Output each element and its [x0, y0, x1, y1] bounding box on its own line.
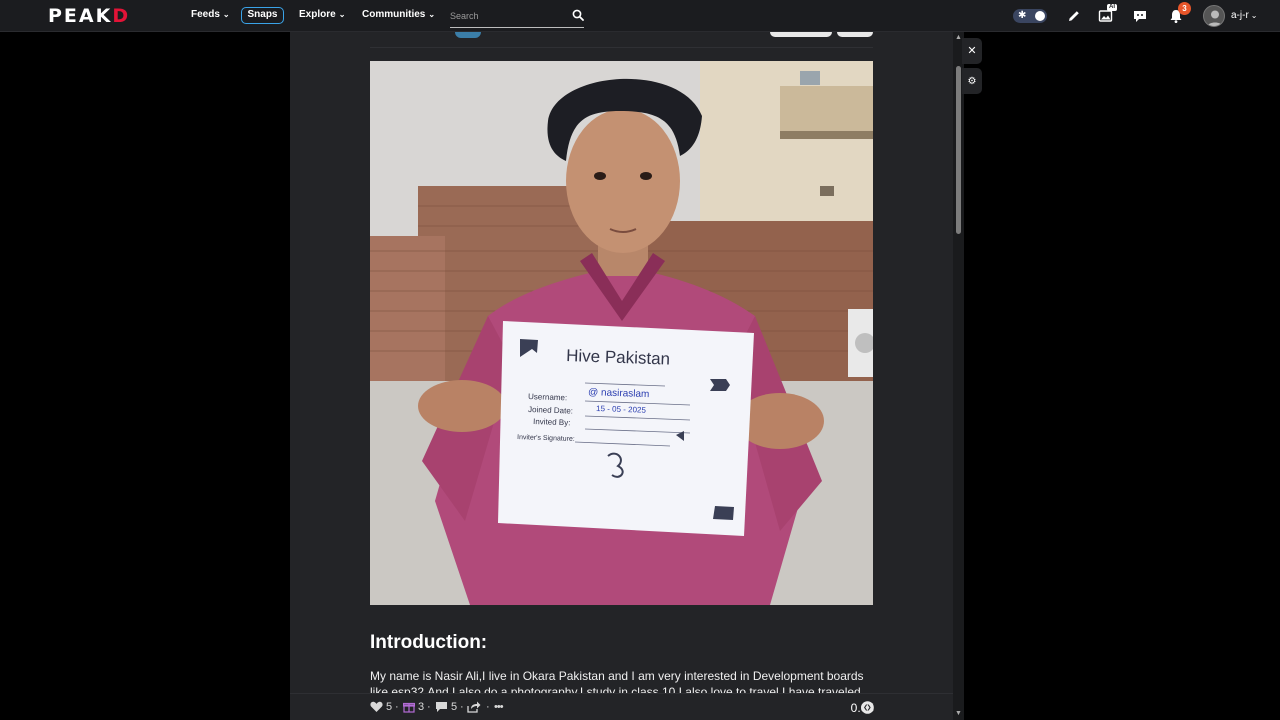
nav-explore[interactable]: Explore ⌄: [299, 9, 345, 20]
post-image[interactable]: Hive Pakistan Username: @ nasiraslam Joi…: [370, 61, 873, 605]
more-options-icon[interactable]: •••: [494, 701, 504, 713]
comment-count: 5: [451, 701, 458, 713]
scrollbar-thumb[interactable]: [956, 66, 961, 234]
gear-icon: ⚙: [967, 76, 977, 87]
logo-text-ak: AK: [78, 5, 113, 27]
username-label: a-j-r: [1231, 10, 1249, 21]
nav-communities[interactable]: Communities ⌄: [362, 9, 435, 20]
separator-dot: ·: [486, 701, 490, 713]
post-panel: Hive Pakistan Username: @ nasiraslam Joi…: [290, 32, 953, 720]
post-photo: Hive Pakistan Username: @ nasiraslam Joi…: [370, 61, 873, 605]
settings-button[interactable]: ⚙: [962, 68, 982, 94]
notification-badge: 3: [1178, 2, 1191, 15]
gift-count: 3: [418, 701, 425, 713]
separator-dot: ·: [427, 701, 431, 713]
sun-icon: ✱: [1018, 10, 1027, 21]
top-navigation-bar: PEAKD Feeds ⌄ Snaps Explore ⌄ Communities ⌄…: [0, 0, 1280, 32]
ai-tag: AI: [1107, 4, 1117, 11]
user-avatar[interactable]: [1203, 5, 1225, 27]
theme-toggle[interactable]: ✱: [1013, 9, 1047, 23]
toggle-knob: [1035, 11, 1045, 21]
card-username-value: @ nasiraslam: [588, 387, 650, 400]
chat-icon[interactable]: [1132, 8, 1148, 24]
scroll-up-arrow[interactable]: ▲: [955, 34, 962, 41]
gift-icon[interactable]: [403, 701, 415, 713]
chevron-down-icon: ⌄: [1250, 11, 1258, 20]
nav-feeds[interactable]: Feeds ⌄: [191, 9, 230, 20]
separator-dot: ·: [395, 701, 399, 713]
search-icon[interactable]: [572, 9, 584, 21]
header-pill-button[interactable]: [770, 32, 832, 37]
comment-icon[interactable]: [435, 701, 448, 713]
nav-snaps-label: Snaps: [247, 9, 278, 20]
post-heading: Introduction:: [370, 632, 488, 653]
nav-explore-label: Explore: [299, 9, 336, 20]
pencil-icon[interactable]: [1066, 8, 1082, 24]
heart-icon[interactable]: [370, 701, 383, 713]
card-title: Hive Pakistan: [566, 346, 671, 369]
logo-text-pe: PE: [48, 5, 79, 27]
hive-logo-icon: [861, 701, 874, 714]
logo-text-d: D: [112, 5, 131, 27]
card-joined-label: Joined Date:: [528, 405, 573, 416]
card-invited-label: Invited By:: [533, 417, 571, 427]
header-pill-button[interactable]: [837, 32, 873, 37]
scroll-down-arrow[interactable]: ▼: [955, 710, 962, 717]
post-action-bar: 5 · 3 · 5 · · ••• 0.05: [290, 693, 953, 720]
author-avatar[interactable]: [455, 32, 481, 38]
nav-feeds-label: Feeds: [191, 9, 220, 20]
chevron-down-icon: ⌄: [428, 10, 436, 19]
chevron-down-icon: ⌄: [338, 10, 346, 19]
search-box: [450, 6, 584, 28]
close-icon: ✕: [967, 45, 977, 57]
share-icon[interactable]: [467, 701, 481, 713]
separator-dot: ·: [460, 701, 464, 713]
post-header-strip: [370, 32, 873, 48]
card-joined-value: 15 - 05 - 2025: [596, 404, 647, 415]
username-menu[interactable]: a-j-r ⌄: [1231, 10, 1257, 21]
nav-communities-label: Communities: [362, 9, 426, 20]
user-icon: [1207, 10, 1223, 26]
vote-count: 5: [386, 701, 393, 713]
search-input[interactable]: [450, 6, 565, 26]
peakd-logo[interactable]: PEAKD: [48, 5, 130, 27]
chevron-down-icon: ⌄: [222, 10, 230, 19]
card-username-label: Username:: [528, 392, 567, 402]
close-button[interactable]: ✕: [962, 38, 982, 64]
nav-snaps[interactable]: Snaps: [241, 7, 284, 24]
